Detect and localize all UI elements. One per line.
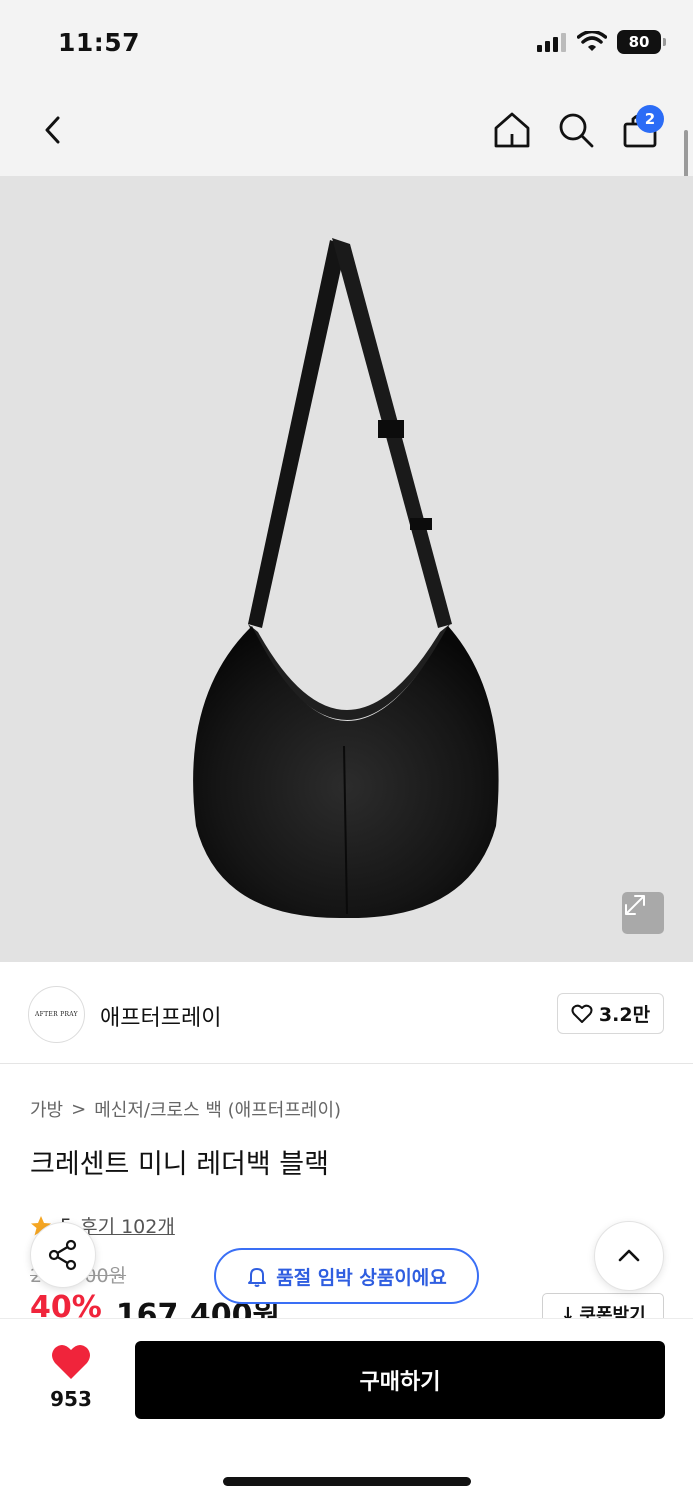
search-icon[interactable] <box>554 108 598 152</box>
status-icons: 80 <box>537 30 666 54</box>
expand-image-button[interactable] <box>622 892 664 934</box>
battery-indicator: 80 <box>617 30 666 54</box>
share-button[interactable] <box>30 1222 96 1288</box>
breadcrumb: 가방 > 메신저/크로스 백 (애프터프레이) <box>30 1096 341 1122</box>
product-title: 크레센트 미니 레더백 블랙 <box>30 1149 329 1180</box>
heart-outline-icon <box>571 1004 593 1023</box>
bottom-action-bar: 953 구매하기 <box>0 1318 693 1500</box>
review-count-link[interactable]: 후기 102개 <box>80 1212 175 1239</box>
home-indicator <box>223 1477 471 1486</box>
cart-count-badge: 2 <box>636 105 664 133</box>
bell-icon <box>248 1268 267 1287</box>
heart-filled-icon[interactable] <box>50 1343 92 1381</box>
breadcrumb-subcategory[interactable]: 메신저/크로스 백 (애프터프레이) <box>94 1096 341 1122</box>
scroll-to-top-button[interactable] <box>594 1221 664 1291</box>
brand-name[interactable]: 애프터프레이 <box>100 1000 221 1032</box>
nav-bar: 2 <box>0 88 693 176</box>
breadcrumb-category[interactable]: 가방 <box>30 1096 63 1122</box>
breadcrumb-separator: > <box>71 1098 87 1120</box>
stock-notice-text: 품절 임박 상품이에요 <box>276 1266 447 1289</box>
back-icon[interactable] <box>34 110 74 150</box>
stock-notice-pill[interactable]: 품절 임박 상품이에요 <box>214 1248 479 1304</box>
signal-icon <box>537 33 566 52</box>
brand-like-button[interactable]: 3.2만 <box>557 993 664 1034</box>
expand-icon <box>625 895 645 915</box>
wifi-icon <box>577 31 607 51</box>
wish-count: 953 <box>50 1387 92 1411</box>
product-image[interactable] <box>0 176 693 962</box>
home-icon[interactable] <box>490 108 534 152</box>
buy-button[interactable]: 구매하기 <box>135 1341 665 1419</box>
bag-photo <box>193 238 499 919</box>
chevron-up-icon <box>618 1249 640 1262</box>
share-icon <box>48 1239 77 1271</box>
brand-like-count: 3.2만 <box>598 1004 651 1026</box>
brand-row: AFTER PRAY 애프터프레이 3.2만 <box>0 962 693 1064</box>
brand-logo[interactable]: AFTER PRAY <box>28 986 85 1043</box>
status-bar: 11:57 80 <box>0 0 693 88</box>
status-time: 11:57 <box>58 28 141 57</box>
